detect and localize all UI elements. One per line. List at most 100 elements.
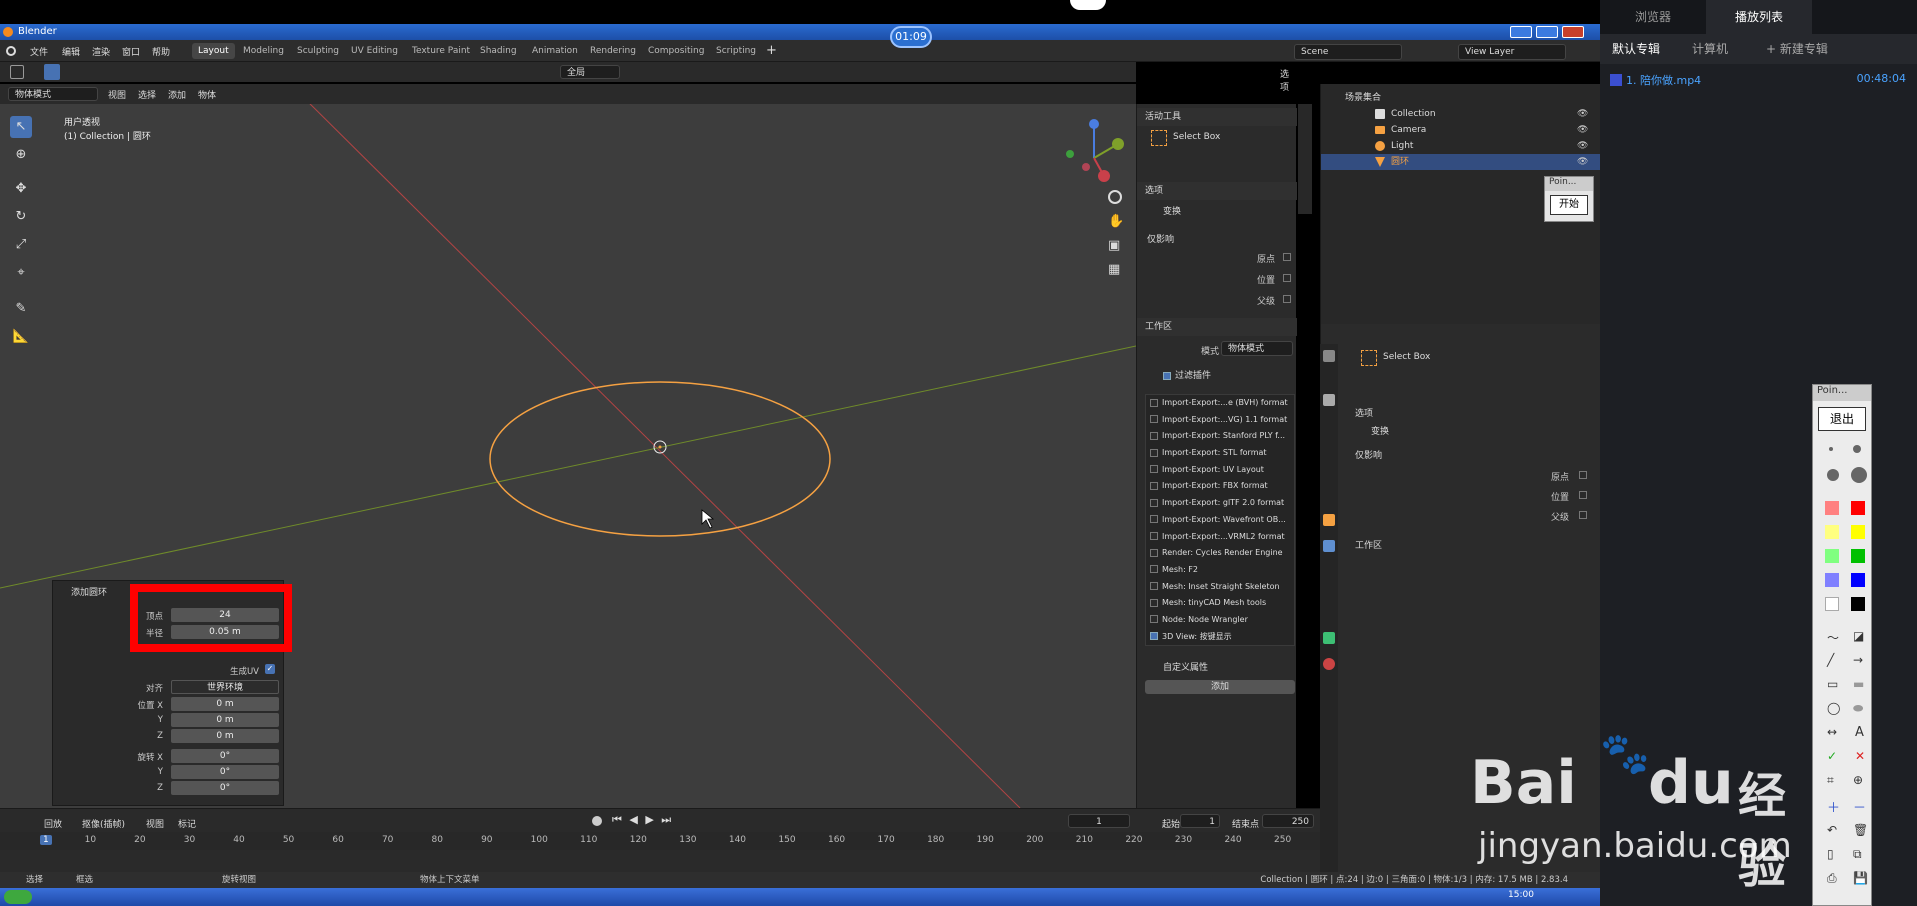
menu-select[interactable]: 选择 — [138, 88, 156, 101]
new-album-button[interactable]: + 新建专辑 — [1758, 34, 1836, 64]
addon-item[interactable]: Import-Export: UV Layout — [1146, 462, 1294, 479]
tab-texture-paint[interactable]: Texture Paint — [406, 43, 476, 59]
add-workspace-icon[interactable]: + — [766, 43, 777, 58]
arrow-tool-icon[interactable]: → — [1853, 653, 1863, 667]
options-header[interactable]: 选项 — [1137, 182, 1297, 200]
maximize-button[interactable] — [1536, 26, 1558, 38]
parent-checkbox[interactable] — [1283, 295, 1291, 303]
minimize-button[interactable] — [1510, 26, 1532, 38]
select-box-tool[interactable]: ↖ — [10, 116, 32, 138]
color-swatch[interactable] — [1851, 525, 1865, 539]
material-tab-icon[interactable] — [1323, 658, 1335, 670]
addon-item[interactable]: Import-Export:...VG) 1.1 format — [1146, 412, 1294, 429]
rotation-x-field[interactable]: 0° — [171, 749, 279, 763]
filter-addons-row[interactable]: 过滤插件 — [1163, 368, 1211, 381]
object-mode-selector[interactable]: 物体模式 — [8, 87, 98, 101]
select-box-tool-row[interactable]: Select Box — [1151, 130, 1220, 146]
menu-window[interactable]: 窗口 — [122, 45, 140, 58]
props-parent-checkbox[interactable] — [1579, 511, 1587, 519]
align-select[interactable]: 世界环境 — [171, 680, 279, 694]
visibility-eye-icon[interactable]: 👁 — [1577, 122, 1588, 138]
color-swatch[interactable] — [1851, 549, 1865, 563]
color-swatch[interactable] — [1851, 501, 1865, 515]
start-pointer-button[interactable]: 开始 — [1550, 195, 1588, 215]
move-tool[interactable]: ✥ — [10, 178, 32, 200]
keying-menu[interactable]: 抠像(插帧) — [82, 817, 125, 830]
data-tab-icon[interactable] — [1323, 632, 1335, 644]
outliner-collection[interactable]: Collection 👁 — [1321, 106, 1601, 122]
tab-layout[interactable]: Layout — [192, 43, 235, 59]
transform-orientation[interactable]: 全局 — [560, 65, 620, 79]
location-checkbox[interactable] — [1283, 274, 1291, 282]
color-swatch[interactable] — [1825, 525, 1839, 539]
addon-item[interactable]: Import-Export: FBX format — [1146, 478, 1294, 495]
addon-item[interactable]: Import-Export:...VRML2 format — [1146, 529, 1294, 546]
addon-item[interactable]: Mesh: tinyCAD Mesh tools — [1146, 595, 1294, 612]
playback-controls[interactable]: ⏮ ◀ ▶ ⏭ — [612, 813, 673, 827]
frame-ruler[interactable]: 1 10 20 30 40 50 60 70 80 90 100 110 120 130 140 150 160… — [0, 832, 1320, 850]
blender-menu-icon[interactable] — [6, 46, 16, 56]
playlist-item[interactable]: 1. 陪你做.mp4 00:48:04 — [1610, 72, 1906, 88]
sidebar-tabs[interactable] — [1298, 104, 1312, 214]
object-tab-icon[interactable] — [1323, 514, 1335, 526]
addon-item[interactable]: Node: Node Wrangler — [1146, 612, 1294, 629]
tab-playlist[interactable]: 播放列表 — [1706, 0, 1812, 34]
addon-item[interactable]: Import-Export: Wavefront OB... — [1146, 512, 1294, 529]
tab-modeling[interactable]: Modeling — [237, 43, 290, 59]
tool-tab-icon[interactable] — [1323, 350, 1335, 362]
markers-menu[interactable]: 标记 — [178, 817, 196, 830]
menu-view[interactable]: 视图 — [108, 88, 126, 101]
zoom-in-icon[interactable]: ⊕ — [1853, 773, 1863, 787]
save-icon[interactable]: 💾 — [1853, 871, 1868, 885]
tab-uv-editing[interactable]: UV Editing — [345, 43, 404, 59]
outliner-circle-object[interactable]: 圆环 👁 — [1321, 154, 1601, 170]
color-swatch[interactable] — [1851, 573, 1865, 587]
rotation-z-field[interactable]: 0° — [171, 781, 279, 795]
cursor-tool[interactable]: ⊕ — [10, 144, 32, 166]
brush-size-small[interactable] — [1829, 447, 1833, 451]
start-button[interactable] — [4, 890, 32, 904]
tab-shading[interactable]: Shading — [474, 43, 523, 59]
menu-add[interactable]: 添加 — [168, 88, 186, 101]
camera-view-icon[interactable]: ▣ — [1108, 238, 1120, 253]
menu-edit[interactable]: 编辑 — [62, 45, 80, 58]
measure-tool[interactable]: 📐 — [10, 326, 32, 348]
tab-scripting[interactable]: Scripting — [710, 43, 762, 59]
render-tab-icon[interactable] — [1323, 394, 1335, 406]
addon-item[interactable]: 3D View: 按键显示 — [1146, 629, 1294, 646]
addon-item[interactable]: Import-Export: STL format — [1146, 445, 1294, 462]
color-swatch[interactable] — [1825, 549, 1839, 563]
outliner-camera[interactable]: Camera 👁 — [1321, 122, 1601, 138]
addon-item[interactable]: Import-Export:...e (BVH) format — [1146, 395, 1294, 412]
props-select-box-row[interactable]: Select Box — [1361, 350, 1430, 366]
addon-item[interactable]: Import-Export: glTF 2.0 format — [1146, 495, 1294, 512]
filled-ellipse-tool-icon[interactable]: ⬬ — [1853, 701, 1863, 716]
mode-select[interactable]: 物体模式 — [1221, 341, 1293, 356]
scene-selector[interactable]: Scene — [1294, 44, 1402, 60]
menu-file[interactable]: 文件 — [30, 45, 48, 58]
tab-rendering[interactable]: Rendering — [584, 43, 642, 59]
line-tool-icon[interactable]: ╱ — [1827, 653, 1834, 667]
addon-item[interactable]: Mesh: Inset Straight Skeleton — [1146, 579, 1294, 596]
workspace-header[interactable]: 工作区 — [1137, 318, 1297, 336]
properties-tabs[interactable] — [1320, 344, 1338, 872]
trash-icon[interactable]: 🗑 — [1853, 823, 1868, 837]
close-button[interactable] — [1562, 26, 1584, 38]
addon-item[interactable]: Render: Cycles Render Engine — [1146, 545, 1294, 562]
modifier-tab-icon[interactable] — [1323, 540, 1335, 552]
menu-object[interactable]: 物体 — [198, 88, 216, 101]
cross-icon[interactable]: ✕ — [1855, 749, 1865, 763]
props-transform-header[interactable]: 变换 — [1371, 424, 1389, 437]
location-y-field[interactable]: 0 m — [171, 713, 279, 727]
operator-title[interactable]: 添加圆环 — [71, 585, 107, 598]
active-tool-header[interactable]: 活动工具 — [1137, 108, 1297, 126]
transform-subheader[interactable]: 变换 — [1163, 204, 1181, 217]
text-tool-icon[interactable]: A — [1855, 725, 1864, 740]
view-layer-selector[interactable]: View Layer — [1458, 44, 1566, 60]
color-swatch[interactable] — [1825, 501, 1839, 515]
visibility-eye-icon[interactable]: 👁 — [1577, 154, 1588, 170]
props-options-header[interactable]: 选项 — [1355, 406, 1373, 419]
tab-animation[interactable]: Animation — [526, 43, 584, 59]
freehand-tool-icon[interactable]: ～ — [1827, 629, 1839, 646]
visibility-eye-icon[interactable]: 👁 — [1577, 106, 1588, 122]
